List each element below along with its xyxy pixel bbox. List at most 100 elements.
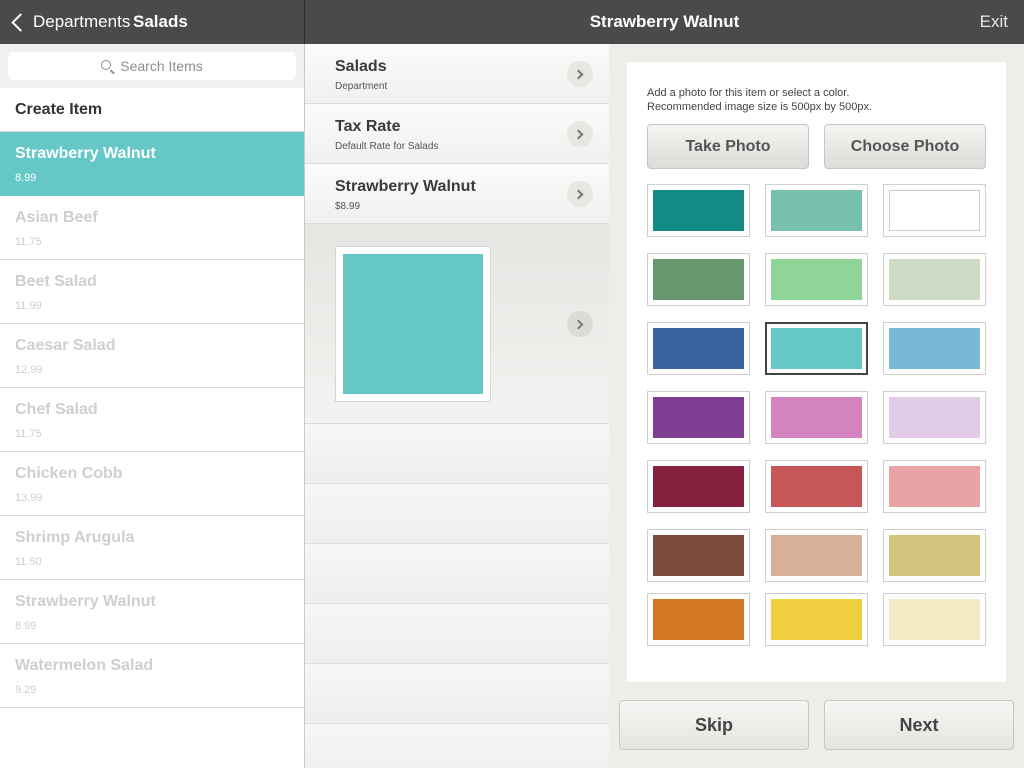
item-price-row-subtitle: $8.99 bbox=[335, 201, 361, 212]
color-swatch-fill bbox=[771, 328, 862, 369]
color-swatch[interactable] bbox=[883, 184, 986, 237]
color-swatch-fill bbox=[889, 328, 980, 369]
list-item[interactable]: Beet Salad 11.99 bbox=[0, 260, 304, 324]
chevron-right-icon bbox=[567, 121, 593, 147]
color-swatch-fill bbox=[771, 397, 862, 438]
item-name-price-row[interactable]: Strawberry Walnut $8.99 bbox=[305, 164, 609, 224]
item-price: 8.99 bbox=[15, 620, 37, 632]
item-name: Beet Salad bbox=[15, 273, 97, 290]
color-swatch-fill bbox=[653, 466, 744, 507]
choose-photo-button[interactable]: Choose Photo bbox=[824, 124, 986, 169]
item-price: 9.29 bbox=[15, 684, 37, 696]
item-price: 11.50 bbox=[15, 556, 42, 568]
item-price: 13.99 bbox=[15, 492, 43, 504]
item-name: Watermelon Salad bbox=[15, 657, 154, 674]
take-photo-button[interactable]: Take Photo bbox=[647, 124, 809, 169]
photo-hint-line: Recommended image size is 500px by 500px… bbox=[647, 101, 873, 113]
color-swatch[interactable] bbox=[883, 529, 986, 582]
item-list: Strawberry Walnut 8.99 Asian Beef 11.75 Beet… bbox=[0, 132, 304, 708]
item-price: 8.99 bbox=[15, 172, 37, 184]
list-item[interactable]: Watermelon Salad 9.29 bbox=[0, 644, 304, 708]
search-icon bbox=[101, 60, 112, 70]
empty-row bbox=[305, 424, 609, 484]
item-name: Chef Salad bbox=[15, 401, 98, 418]
search-bar: Search Items bbox=[0, 44, 304, 88]
search-input[interactable]: Search Items bbox=[8, 52, 296, 80]
color-swatch-fill bbox=[653, 328, 744, 369]
item-appearance-row[interactable] bbox=[305, 224, 609, 424]
color-swatch[interactable] bbox=[647, 529, 750, 582]
list-item[interactable]: Chef Salad 11.75 bbox=[0, 388, 304, 452]
color-swatch[interactable] bbox=[765, 322, 868, 375]
color-swatch-fill bbox=[653, 259, 744, 300]
chevron-right-icon bbox=[567, 61, 593, 87]
color-swatch[interactable] bbox=[647, 322, 750, 375]
color-swatch-fill bbox=[653, 599, 744, 640]
color-swatch-fill bbox=[889, 397, 980, 438]
item-name: Shrimp Arugula bbox=[15, 529, 135, 546]
color-swatch[interactable] bbox=[647, 593, 750, 646]
empty-row bbox=[305, 544, 609, 604]
color-swatch[interactable] bbox=[883, 593, 986, 646]
item-name: Strawberry Walnut bbox=[15, 145, 156, 162]
color-swatch[interactable] bbox=[765, 460, 868, 513]
item-sidebar: Search Items Create Item Strawberry Waln… bbox=[0, 44, 305, 768]
back-button[interactable]: Departments bbox=[8, 0, 130, 44]
color-swatch[interactable] bbox=[765, 253, 868, 306]
chevron-left-icon bbox=[11, 12, 30, 32]
item-name: Caesar Salad bbox=[15, 337, 116, 354]
list-item[interactable]: Asian Beef 11.75 bbox=[0, 196, 304, 260]
list-item[interactable]: Chicken Cobb 13.99 bbox=[0, 452, 304, 516]
photo-hint: Add a photo for this item or select a co… bbox=[647, 86, 872, 114]
item-price: 11.75 bbox=[15, 428, 42, 440]
color-swatch[interactable] bbox=[883, 322, 986, 375]
color-swatch[interactable] bbox=[647, 391, 750, 444]
color-swatch[interactable] bbox=[765, 529, 868, 582]
skip-button[interactable]: Skip bbox=[619, 700, 809, 750]
color-swatch[interactable] bbox=[883, 391, 986, 444]
item-details-panel: Salads Department Tax Rate Default Rate … bbox=[305, 44, 609, 768]
color-swatch[interactable] bbox=[765, 593, 868, 646]
create-item-button[interactable]: Create Item bbox=[0, 88, 304, 132]
color-swatch[interactable] bbox=[883, 460, 986, 513]
color-swatch-fill bbox=[653, 397, 744, 438]
tax-rate-row[interactable]: Tax Rate Default Rate for Salads bbox=[305, 104, 609, 164]
item-name: Chicken Cobb bbox=[15, 465, 123, 482]
photo-hint-line: Add a photo for this item or select a co… bbox=[647, 87, 850, 99]
search-placeholder: Search Items bbox=[120, 58, 203, 74]
color-swatch-fill bbox=[771, 190, 862, 231]
color-swatch-fill bbox=[889, 466, 980, 507]
next-button[interactable]: Next bbox=[824, 700, 1014, 750]
color-swatch-fill bbox=[771, 259, 862, 300]
empty-row bbox=[305, 724, 609, 768]
color-swatch-fill bbox=[771, 599, 862, 640]
item-name: Asian Beef bbox=[15, 209, 98, 226]
color-picker-panel: Add a photo for this item or select a co… bbox=[609, 44, 1024, 768]
item-price: 12.99 bbox=[15, 364, 43, 376]
color-swatch-fill bbox=[653, 190, 744, 231]
page-title: Strawberry Walnut bbox=[589, 12, 740, 31]
color-swatch[interactable] bbox=[647, 184, 750, 237]
preview-swatch bbox=[343, 254, 483, 394]
list-item[interactable]: Caesar Salad 12.99 bbox=[0, 324, 304, 388]
color-swatch[interactable] bbox=[765, 391, 868, 444]
color-swatch[interactable] bbox=[647, 460, 750, 513]
chevron-right-icon bbox=[567, 311, 593, 337]
color-swatch-fill bbox=[889, 599, 980, 640]
list-item[interactable]: Shrimp Arugula 11.50 bbox=[0, 516, 304, 580]
color-swatch[interactable] bbox=[883, 253, 986, 306]
department-row-subtitle: Department bbox=[335, 81, 388, 92]
chevron-right-icon bbox=[567, 181, 593, 207]
color-picker-card: Add a photo for this item or select a co… bbox=[627, 62, 1006, 682]
color-swatch-fill bbox=[653, 535, 744, 576]
exit-button[interactable]: Exit bbox=[980, 0, 1008, 44]
tax-rate-row-subtitle: Default Rate for Salads bbox=[335, 141, 439, 152]
list-item[interactable]: Strawberry Walnut 8.99 bbox=[0, 132, 304, 196]
list-item[interactable]: Strawberry Walnut 8.99 bbox=[0, 580, 304, 644]
item-price: 11.75 bbox=[15, 236, 42, 248]
color-swatch[interactable] bbox=[765, 184, 868, 237]
color-swatch[interactable] bbox=[647, 253, 750, 306]
department-row[interactable]: Salads Department bbox=[305, 44, 609, 104]
color-swatch-fill bbox=[771, 535, 862, 576]
empty-row bbox=[305, 664, 609, 724]
